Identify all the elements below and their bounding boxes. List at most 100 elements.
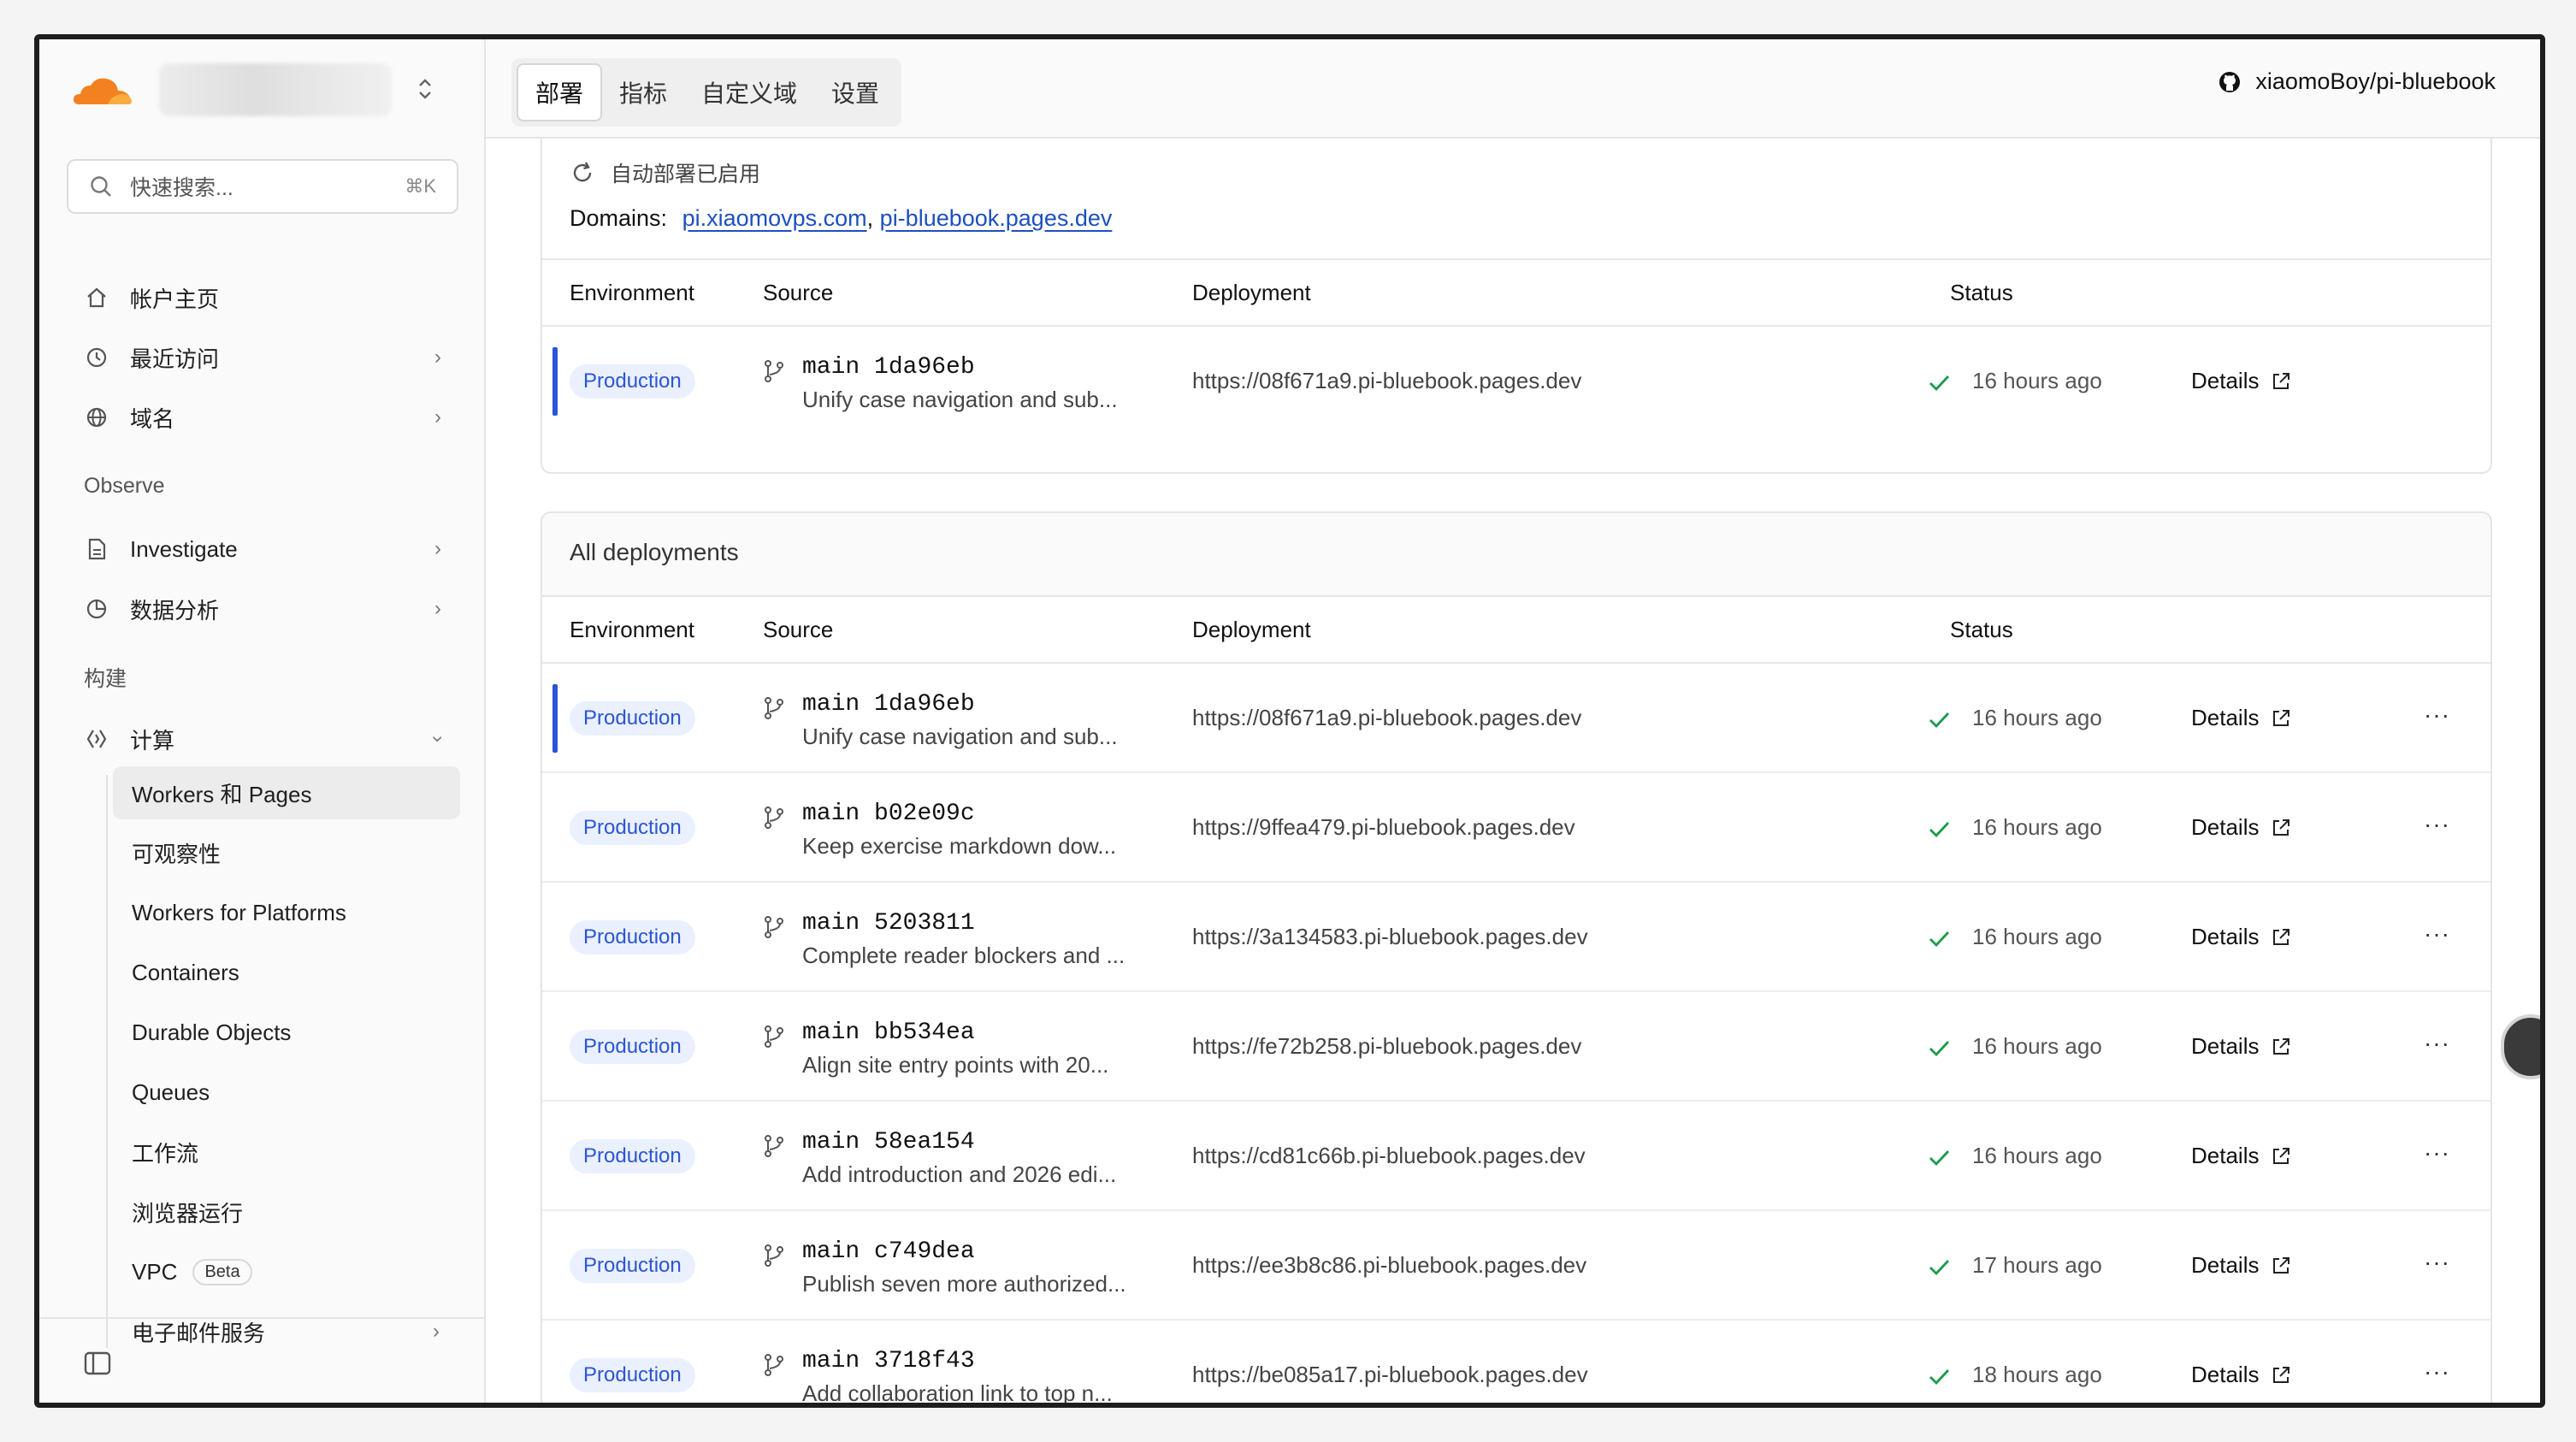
details-link[interactable]: Details <box>2191 1252 2291 1279</box>
more-actions-button[interactable]: ··· <box>2424 1358 2450 1386</box>
home-icon <box>84 285 109 310</box>
external-link-icon <box>2273 819 2290 836</box>
commit-message: Complete reader blockers and ... <box>802 943 1126 968</box>
commit-ref: main 1da96eb <box>802 691 975 718</box>
column-header-source: Source <box>763 616 834 642</box>
deployment-url[interactable]: https://ee3b8c86.pi-bluebook.pages.dev <box>1192 1252 1586 1279</box>
tab-deployments[interactable]: 部署 <box>517 63 603 121</box>
branch-name: main <box>802 801 860 827</box>
sidebar-item-label: 最近访问 <box>130 346 220 372</box>
table-row[interactable]: Production main b02e09c Keep exercise ma… <box>542 773 2490 883</box>
submenu-guide-line <box>106 775 108 1348</box>
sidebar-subitem-browser-run[interactable]: 浏览器运行 <box>113 1185 460 1238</box>
deployment-time: 16 hours ago <box>1972 1033 2102 1059</box>
sidebar-subitem-containers[interactable]: Containers <box>113 946 460 999</box>
table-row[interactable]: Production main 5203811 Complete reader … <box>542 883 2490 992</box>
sidebar-item-recent[interactable]: 最近访问 › <box>60 332 458 383</box>
sidebar-item-account-home[interactable]: 帐户主页 <box>60 272 458 323</box>
sidebar: 快速搜索... ⌘K 帐户主页 最近访问 › 域名 › Observe Inve… <box>39 39 486 1403</box>
more-actions-button[interactable]: ··· <box>2424 811 2450 838</box>
sidebar-subitem-workers-pages[interactable]: Workers 和 Pages <box>113 766 460 819</box>
environment-badge: Production <box>570 811 695 845</box>
main-content: 部署 指标 自定义域 设置 legacy.vps.com xiaomoBoy/p… <box>486 39 2540 1403</box>
details-label: Details <box>2191 814 2260 840</box>
tab-settings[interactable]: 设置 <box>814 63 896 121</box>
table-row[interactable]: Production main c749dea Publish seven mo… <box>542 1211 2490 1321</box>
git-branch-icon <box>765 697 783 719</box>
sidebar-subitem-workers-platforms[interactable]: Workers for Platforms <box>113 886 460 939</box>
git-branch-icon <box>765 1135 783 1157</box>
account-switch-icon[interactable] <box>412 72 438 106</box>
domain-link[interactable]: pi.xiaomovps.com <box>682 205 867 231</box>
sidebar-subitem-workflows[interactable]: 工作流 <box>113 1126 460 1179</box>
table-row[interactable]: Production main 3718f43 Add collaboratio… <box>542 1321 2490 1403</box>
deployment-url[interactable]: https://08f671a9.pi-bluebook.pages.dev <box>1192 368 1581 394</box>
sidebar-toggle-icon[interactable] <box>84 1351 111 1375</box>
commit-message: Keep exercise markdown dow... <box>802 833 1117 859</box>
deployment-url[interactable]: https://be085a17.pi-bluebook.pages.dev <box>1192 1362 1588 1388</box>
assistant-float-button[interactable] <box>2501 1014 2540 1079</box>
more-actions-button[interactable]: ··· <box>2424 1249 2450 1276</box>
details-link[interactable]: Details <box>2191 1033 2291 1060</box>
column-header-source: Source <box>763 279 834 305</box>
sidebar-subitem-vpc[interactable]: VPC Beta <box>113 1245 460 1298</box>
details-link[interactable]: Details <box>2191 1362 2291 1388</box>
clock-icon <box>84 345 109 370</box>
details-label: Details <box>2191 1143 2260 1168</box>
deployment-url[interactable]: https://08f671a9.pi-bluebook.pages.dev <box>1192 705 1581 731</box>
tab-metrics[interactable]: 指标 <box>602 63 684 121</box>
sidebar-item-compute[interactable]: 计算 › <box>60 713 458 765</box>
column-header-status: Status <box>1950 616 2013 642</box>
table-header: Environment Source Deployment Status <box>542 595 2490 664</box>
quick-search-input[interactable]: 快速搜索... ⌘K <box>67 159 458 214</box>
commit-ref: main c749dea <box>802 1238 975 1265</box>
sidebar-subitem-observability[interactable]: 可观察性 <box>113 826 460 879</box>
sidebar-subitem-queues[interactable]: Queues <box>113 1066 460 1119</box>
sidebar-subitem-durable-objects[interactable]: Durable Objects <box>113 1006 460 1059</box>
environment-badge: Production <box>570 1358 695 1392</box>
more-actions-button[interactable]: ··· <box>2424 920 2450 948</box>
commit-hash: 1da96eb <box>874 691 975 718</box>
sidebar-item-analytics[interactable]: 数据分析 › <box>60 583 458 635</box>
current-deployment-indicator <box>552 684 558 753</box>
sidebar-item-label: Investigate <box>130 535 238 562</box>
deployment-time: 17 hours ago <box>1972 1252 2102 1278</box>
tab-custom-domains[interactable]: 自定义域 <box>684 63 814 121</box>
details-link[interactable]: Details <box>2191 814 2291 841</box>
details-label: Details <box>2191 368 2260 393</box>
details-link[interactable]: Details <box>2191 368 2291 394</box>
table-row[interactable]: Production main 58ea154 Add introduction… <box>542 1102 2490 1211</box>
deployment-url[interactable]: https://fe72b258.pi-bluebook.pages.dev <box>1192 1033 1581 1060</box>
details-link[interactable]: Details <box>2191 705 2291 731</box>
account-selector[interactable] <box>159 63 392 116</box>
table-row[interactable]: Production main 1da96eb Unify case navig… <box>542 664 2490 773</box>
beta-badge: Beta <box>192 1258 252 1285</box>
column-header-environment: Environment <box>570 616 694 642</box>
more-actions-button[interactable]: ··· <box>2424 1030 2450 1057</box>
tab-bar: 部署 指标 自定义域 设置 <box>511 58 902 127</box>
table-row[interactable]: Production main bb534ea Align site entry… <box>542 992 2490 1102</box>
repo-link[interactable]: legacy.vps.com xiaomoBoy/pi-bluebook <box>2218 68 2496 101</box>
column-header-status: Status <box>1950 279 2013 305</box>
domain-link[interactable]: pi-bluebook.pages.dev <box>880 205 1113 231</box>
sidebar-item-investigate[interactable]: Investigate › <box>60 523 458 575</box>
git-branch-icon <box>765 807 783 829</box>
more-actions-button[interactable]: ··· <box>2424 1139 2450 1167</box>
environment-badge: Production <box>570 1139 695 1173</box>
more-actions-button[interactable]: ··· <box>2424 701 2450 729</box>
details-link[interactable]: Details <box>2191 924 2291 950</box>
domains-label: Domains: <box>570 205 668 231</box>
external-link-icon <box>2273 928 2290 945</box>
column-header-deployment: Deployment <box>1192 279 1311 305</box>
table-row[interactable]: Production main 1da96eb Unify case navig… <box>542 327 2490 436</box>
details-link[interactable]: Details <box>2191 1143 2291 1169</box>
deployment-url[interactable]: https://3a134583.pi-bluebook.pages.dev <box>1192 924 1588 950</box>
details-label: Details <box>2191 705 2260 730</box>
deployment-url[interactable]: https://9ffea479.pi-bluebook.pages.dev <box>1192 814 1575 841</box>
cloudflare-logo-icon[interactable] <box>70 74 135 108</box>
deployment-url[interactable]: https://cd81c66b.pi-bluebook.pages.dev <box>1192 1143 1586 1169</box>
environment-badge: Production <box>570 1249 695 1283</box>
sidebar-item-domains[interactable]: 域名 › <box>60 392 458 443</box>
environment-badge: Production <box>570 920 695 954</box>
success-check-icon <box>1929 1260 1950 1276</box>
